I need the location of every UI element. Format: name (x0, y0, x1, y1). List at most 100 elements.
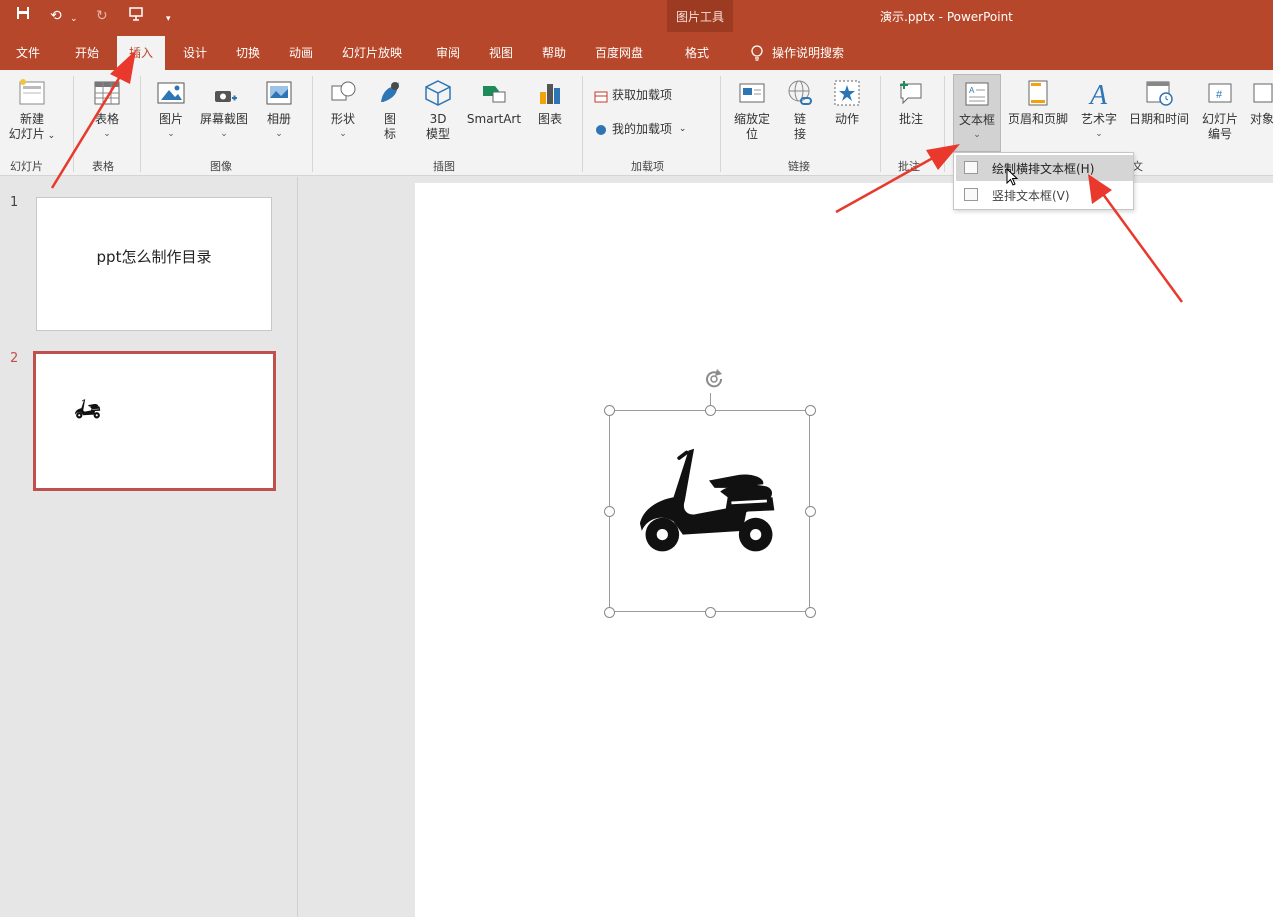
action-button[interactable]: 动作 (826, 78, 868, 127)
mouse-cursor-icon (1006, 168, 1018, 186)
comment-icon (900, 81, 922, 105)
calendar-clock-icon (1146, 81, 1173, 106)
group-label-links: 链接 (788, 160, 810, 173)
resize-handle-bottom[interactable] (705, 607, 716, 618)
group-separator (880, 76, 881, 172)
resize-handle-right[interactable] (805, 506, 816, 517)
contextual-tab-title: 图片工具 (675, 10, 724, 24)
wordart-button[interactable]: A 艺术字 ⌄ (1076, 78, 1122, 142)
link-label: 链 接 (793, 112, 806, 141)
textbox-icon: A (965, 82, 989, 106)
tell-me-search[interactable]: 操作说明搜索 (750, 44, 844, 61)
get-addins-button[interactable]: 获取加载项 (594, 88, 672, 103)
tab-format[interactable]: 格式 (685, 44, 709, 61)
my-addins-label: 我的加载项 (612, 122, 673, 136)
3d-model-button[interactable]: 3D 模型 (418, 78, 458, 142)
present-icon[interactable] (128, 6, 144, 28)
picture-button[interactable]: 图片 ⌄ (150, 78, 192, 142)
store-icon (594, 91, 608, 102)
screenshot-button[interactable]: 屏幕截图 ⌄ (194, 78, 254, 142)
my-addins-button[interactable]: 我的加载项 ⌄ (594, 122, 686, 137)
tab-slideshow[interactable]: 幻灯片放映 (342, 44, 402, 61)
svg-text:A: A (1088, 80, 1108, 108)
resize-handle-top-right[interactable] (805, 405, 816, 416)
datetime-button[interactable]: 日期和时间 (1124, 78, 1194, 127)
redo-icon[interactable]: ↻ (96, 6, 108, 26)
svg-text:A: A (969, 86, 975, 95)
zoom-button[interactable]: 缩放定 位 (728, 78, 776, 142)
menu-item-vertical-label: 竖排文本框(V) (992, 189, 1070, 203)
new-slide-label: 新建 幻灯片 (8, 112, 45, 141)
tab-home[interactable]: 开始 (75, 44, 99, 61)
textbox-label: 文本框 (958, 113, 995, 127)
resize-handle-bottom-left[interactable] (604, 607, 615, 618)
zoom-icon (739, 83, 765, 103)
group-label-tables: 表格 (92, 160, 114, 173)
rotate-handle-icon[interactable] (699, 365, 731, 393)
shapes-button[interactable]: 形状 ⌄ (322, 78, 364, 142)
object-button[interactable]: 对象 (1250, 78, 1273, 127)
ribbon-tabs: 文件 开始 插入 设计 切换 动画 幻灯片放映 审阅 视图 帮助 百度网盘 格式… (0, 32, 1273, 70)
picture-label: 图片 (158, 112, 183, 126)
star-action-icon (834, 80, 860, 106)
slide-canvas[interactable] (415, 183, 1273, 917)
new-slide-icon (19, 79, 45, 105)
header-footer-label: 页眉和页脚 (1007, 112, 1068, 126)
tab-design[interactable]: 设计 (183, 44, 207, 61)
vertical-textbox-icon (964, 188, 978, 201)
editing-canvas (299, 177, 1273, 917)
resize-handle-bottom-right[interactable] (805, 607, 816, 618)
header-footer-button[interactable]: 页眉和页脚 (1004, 78, 1072, 127)
slide-number-button[interactable]: # 幻灯片 编号 (1196, 78, 1244, 142)
picture-icon (157, 82, 185, 104)
album-label: 相册 (266, 112, 291, 126)
resize-handle-top[interactable] (705, 405, 716, 416)
group-label-images: 图像 (210, 160, 232, 173)
my-addins-icon (596, 124, 606, 135)
group-separator (720, 76, 721, 172)
album-button[interactable]: 相册 ⌄ (258, 78, 300, 142)
tab-file[interactable]: 文件 (16, 44, 40, 61)
menu-item-horizontal-textbox[interactable]: 绘制横排文本框(H) (956, 155, 1133, 181)
slide-thumbnails-pane: 1 ppt怎么制作目录 2 (0, 177, 298, 917)
group-separator (140, 76, 141, 172)
object-label: 对象 (1250, 112, 1273, 126)
undo-icon[interactable]: ⟲ (50, 6, 62, 26)
table-icon (94, 81, 120, 105)
table-label: 表格 (94, 112, 119, 126)
tab-help[interactable]: 帮助 (542, 44, 566, 61)
new-slide-button[interactable]: 新建 幻灯片 ⌄ (4, 78, 60, 144)
tab-baidu-netdisk[interactable]: 百度网盘 (595, 44, 643, 61)
header-footer-icon (1028, 80, 1048, 106)
selected-picture[interactable] (609, 410, 810, 612)
tab-review[interactable]: 审阅 (436, 44, 460, 61)
link-button[interactable]: 链 接 (782, 78, 818, 142)
customize-qat-icon[interactable]: ▾ (166, 9, 171, 29)
slide-number-label: 幻灯片 编号 (1201, 112, 1238, 141)
menu-item-vertical-textbox[interactable]: 竖排文本框(V) (956, 182, 1133, 208)
tab-insert[interactable]: 插入 (117, 36, 166, 70)
save-icon[interactable] (16, 6, 30, 26)
shapes-label: 形状 (330, 112, 355, 126)
resize-handle-top-left[interactable] (604, 405, 615, 416)
slide-thumbnail-1[interactable]: ppt怎么制作目录 (36, 197, 272, 331)
slide-number-icon: # (1208, 83, 1232, 103)
smartart-label: SmartArt (466, 112, 522, 126)
textbox-button[interactable]: A 文本框 ⌄ (953, 74, 1001, 152)
undo-dropdown-icon[interactable]: ⌄ (70, 9, 78, 29)
textbox-dropdown-menu: 绘制横排文本框(H) 竖排文本框(V) (953, 152, 1134, 210)
tab-view[interactable]: 视图 (489, 44, 513, 61)
action-label: 动作 (834, 112, 859, 126)
icons-button[interactable]: 图 标 (372, 78, 408, 142)
cube-icon (425, 80, 451, 106)
chart-button[interactable]: 图表 (532, 78, 568, 127)
photo-album-icon (266, 81, 292, 105)
table-button[interactable]: 表格 ⌄ (84, 78, 130, 142)
screenshot-label: 屏幕截图 (199, 112, 248, 126)
resize-handle-left[interactable] (604, 506, 615, 517)
tab-transitions[interactable]: 切换 (236, 44, 260, 61)
slide-thumbnail-2[interactable] (33, 351, 276, 491)
comment-button[interactable]: 批注 (890, 78, 932, 127)
smartart-button[interactable]: SmartArt (462, 78, 526, 127)
tab-animations[interactable]: 动画 (289, 44, 313, 61)
